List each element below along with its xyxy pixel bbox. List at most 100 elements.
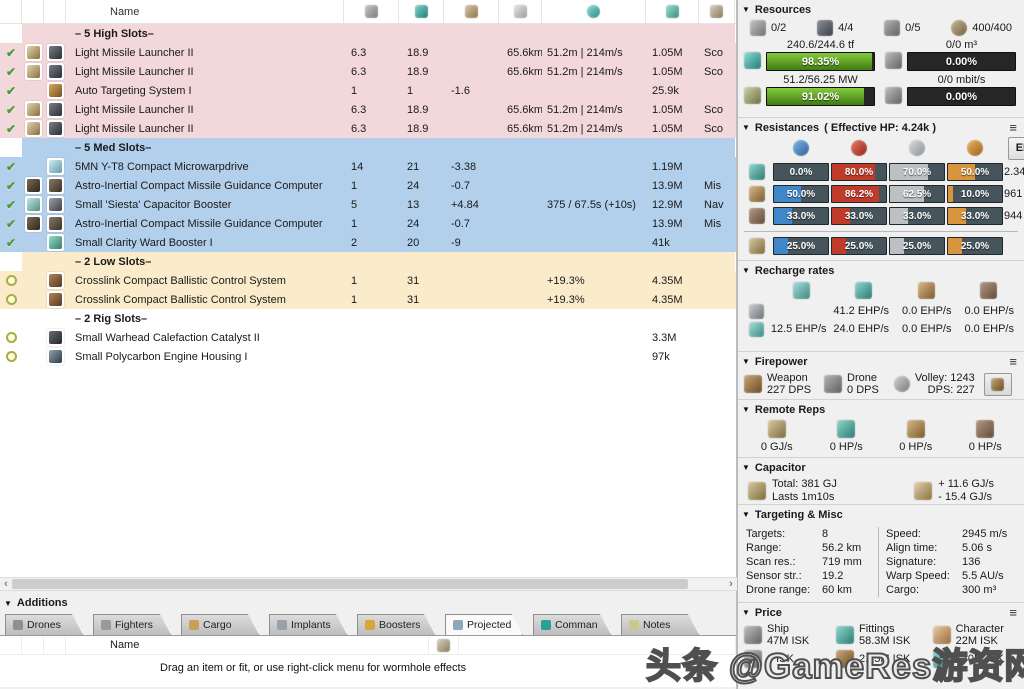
- fitting-row[interactable]: ✔Small Clarity Ward Booster I220-941k: [0, 233, 736, 252]
- capacitor-section-header[interactable]: ▼ Capacitor: [742, 460, 1020, 475]
- resist-cell: 25.0%: [831, 237, 887, 255]
- fitting-row[interactable]: Crosslink Compact Ballistic Control Syst…: [0, 271, 736, 290]
- recharge-value: 0.0 EHP/s: [895, 323, 958, 335]
- stat-value: 2945 m/s: [962, 527, 1007, 541]
- range-column-header[interactable]: [499, 0, 542, 23]
- charge-cell: [22, 120, 44, 137]
- scrollbar-thumb[interactable]: [12, 579, 688, 589]
- active-check-icon: ✔: [6, 65, 16, 79]
- name-column-header[interactable]: Name: [66, 0, 344, 23]
- resources-section-header[interactable]: ▼ Resources: [742, 2, 1020, 17]
- ammo-column-header[interactable]: [699, 0, 735, 23]
- shield-boost-icon: [855, 282, 872, 299]
- price-section-header[interactable]: ▼ Price: [742, 605, 1020, 620]
- module-icon-cell: [44, 272, 66, 289]
- firepower-settings-button[interactable]: [984, 373, 1012, 396]
- price-menu-icon[interactable]: ≡: [1009, 605, 1017, 620]
- ehp-button[interactable]: EHP: [1008, 137, 1024, 160]
- recharge-value: 12.5 EHP/s: [770, 323, 833, 335]
- recharge-section-header[interactable]: ▼ Recharge rates: [742, 263, 1020, 278]
- collapse-icon: ▼: [742, 357, 750, 366]
- fitting-row[interactable]: ✔Small 'Siesta' Capacitor Booster513+4.8…: [0, 195, 736, 214]
- misc-column-header[interactable]: [542, 0, 646, 23]
- drone-bandwidth-gauge: 0/0 mbit/s0.00%: [885, 74, 1016, 106]
- tab-implants[interactable]: Implants: [269, 614, 347, 635]
- scroll-right-icon[interactable]: ›: [725, 578, 737, 590]
- module-state-cell[interactable]: ✔: [0, 122, 22, 136]
- armor-repair-icon: [918, 282, 935, 299]
- module-state-cell[interactable]: ✔: [0, 46, 22, 60]
- additions-header[interactable]: ▼ Additions: [0, 591, 736, 613]
- module-state-cell[interactable]: [0, 351, 22, 362]
- stats-panel: ▼ Resources 0/24/40/5400/400 240.6/244.6…: [737, 0, 1024, 689]
- module-state-cell[interactable]: ✔: [0, 103, 22, 117]
- active-check-icon: ✔: [6, 198, 16, 212]
- projected-name-column-header[interactable]: Name: [66, 636, 429, 654]
- resistances-menu-icon[interactable]: ≡: [1009, 120, 1017, 135]
- damage-profile-icon: [749, 238, 765, 254]
- price-column-header[interactable]: [646, 0, 699, 23]
- volley-icon: [894, 376, 910, 392]
- cpu-column-header[interactable]: [399, 0, 444, 23]
- fitting-row[interactable]: ✔Light Missile Launcher II6.318.965.6km5…: [0, 119, 736, 138]
- price-value: 22M ISK: [956, 635, 1004, 647]
- fitting-row[interactable]: ✔Astro-Inertial Compact Missile Guidance…: [0, 176, 736, 195]
- powergrid-column-icon: [365, 5, 378, 18]
- powergrid-column-header[interactable]: [344, 0, 399, 23]
- module-state-cell[interactable]: ✔: [0, 84, 22, 98]
- module-state-cell[interactable]: ✔: [0, 160, 22, 174]
- fitting-row[interactable]: Small Warhead Calefaction Catalyst II3.3…: [0, 328, 736, 347]
- horizontal-scrollbar[interactable]: ‹ ›: [0, 577, 737, 591]
- projected-hardpoint-column-icon[interactable]: [429, 636, 459, 654]
- charge-column-header: [22, 0, 44, 23]
- firepower-section-header[interactable]: ▼ Firepower: [742, 354, 1020, 369]
- collapse-icon: ▼: [742, 608, 750, 617]
- tab-projected[interactable]: Projected: [445, 614, 523, 635]
- tab-notes[interactable]: Notes: [621, 614, 699, 635]
- firepower-menu-icon[interactable]: ≡: [1009, 354, 1017, 369]
- notes-tab-icon: [629, 620, 639, 630]
- scroll-left-icon[interactable]: ‹: [0, 578, 12, 590]
- module-state-cell[interactable]: ✔: [0, 217, 22, 231]
- module-state-cell[interactable]: [0, 275, 22, 286]
- module-state-cell[interactable]: [0, 332, 22, 343]
- slot-section-label: – 5 Med Slots–: [22, 138, 735, 157]
- resistances-section-header[interactable]: ▼ Resistances ( Effective HP: 4.24k ): [742, 120, 1020, 135]
- module-state-cell[interactable]: ✔: [0, 179, 22, 193]
- fitting-row[interactable]: Small Polycarbon Engine Housing I97k: [0, 347, 736, 366]
- stat-value: 19.2: [822, 569, 843, 583]
- guidance-computer-icon: [49, 217, 62, 230]
- cpu-percent: 98.35%: [767, 53, 874, 70]
- module-state-cell[interactable]: [0, 294, 22, 305]
- cap-column-header[interactable]: [444, 0, 499, 23]
- powergrid-value: 1: [344, 218, 399, 230]
- shield-icon: [749, 164, 765, 180]
- price-value: 2.25M ISK: [859, 653, 910, 665]
- stat-value: 8: [822, 527, 828, 541]
- fitting-table-panel: Name– 5 High Slots–✔Light Missile Launch…: [0, 0, 737, 577]
- fitting-row[interactable]: ✔Light Missile Launcher II6.318.965.6km5…: [0, 62, 736, 81]
- mwd-icon: [49, 160, 62, 173]
- fitting-row[interactable]: ✔Auto Targeting System I11-1.625.9k: [0, 81, 736, 100]
- tab-fighters[interactable]: Fighters: [93, 614, 171, 635]
- fitting-row[interactable]: ✔Astro-Inertial Compact Missile Guidance…: [0, 214, 736, 233]
- tab-boosters[interactable]: Boosters: [357, 614, 435, 635]
- targeting-left-column: Targets:8Range:56.2 kmScan res.:719 mmSe…: [746, 527, 878, 597]
- fitting-row[interactable]: ✔Light Missile Launcher II6.318.965.6km5…: [0, 43, 736, 62]
- cpu-column-icon: [415, 5, 428, 18]
- module-state-cell[interactable]: ✔: [0, 198, 22, 212]
- targeting-section-header[interactable]: ▼ Targeting & Misc: [742, 507, 1020, 522]
- tab-comman[interactable]: Comman: [533, 614, 611, 635]
- resist-percent: 33.0%: [890, 208, 944, 224]
- cpu-value: 18.9: [399, 104, 444, 116]
- tab-cargo[interactable]: Cargo: [181, 614, 259, 635]
- fitting-row[interactable]: ✔Light Missile Launcher II6.318.965.6km5…: [0, 100, 736, 119]
- misc-value: +19.3%: [542, 294, 646, 306]
- module-state-cell[interactable]: ✔: [0, 236, 22, 250]
- module-state-cell[interactable]: ✔: [0, 65, 22, 79]
- fitting-row[interactable]: ✔5MN Y-T8 Compact Microwarpdrive1421-3.3…: [0, 157, 736, 176]
- tab-label: Projected: [467, 619, 511, 631]
- fitting-row[interactable]: Crosslink Compact Ballistic Control Syst…: [0, 290, 736, 309]
- tab-drones[interactable]: Drones: [5, 614, 83, 635]
- remote-reps-section-header[interactable]: ▼ Remote Reps: [742, 402, 1020, 417]
